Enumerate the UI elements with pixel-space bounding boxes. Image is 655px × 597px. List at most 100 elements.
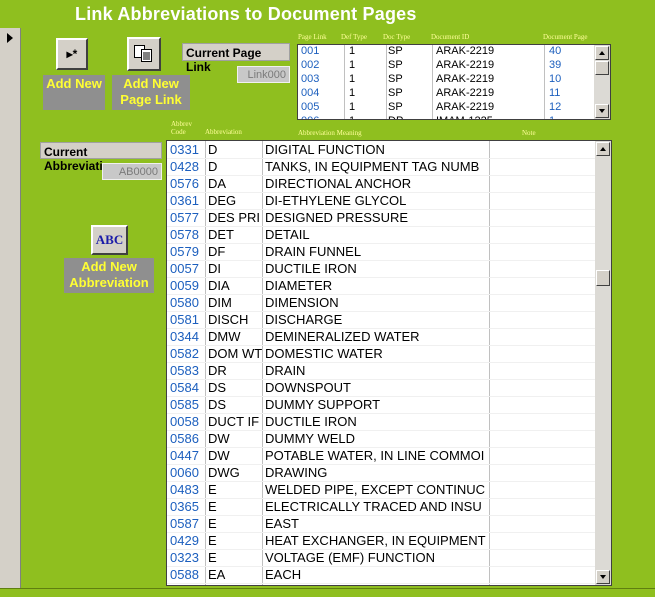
column-divider: [432, 45, 433, 119]
def-type-cell: 1: [349, 59, 356, 71]
abbreviation-meaning-cell: HEAT EXCHANGER, IN EQUIPMENT: [265, 533, 486, 548]
abbreviation-meaning-cell: DIGITAL FUNCTION: [265, 142, 385, 157]
add-page-link-caption-button[interactable]: Add New Page Link: [112, 75, 190, 110]
doc-type-cell: SP: [388, 87, 403, 99]
document-id-cell: ARAK-2219: [436, 73, 495, 85]
add-abbreviation-caption-button[interactable]: Add New Abbreviation: [64, 258, 154, 293]
header-page-link: Page Link: [298, 33, 327, 41]
header-note: Note: [522, 129, 536, 137]
abbrev-code-cell: 0060: [170, 465, 199, 480]
column-divider: [205, 141, 206, 585]
scroll-down-button[interactable]: [595, 104, 609, 118]
abbrev-code-cell: 0585: [170, 397, 199, 412]
abbreviation-cell: DWG: [208, 465, 240, 480]
abbreviation-meaning-cell: DUMMY WELD: [265, 431, 356, 446]
arrow-down-icon: [600, 575, 606, 579]
abbreviation-meaning-cell: POTABLE WATER, IN LINE COMMOI: [265, 448, 485, 463]
def-type-cell: 1: [349, 87, 356, 99]
def-type-cell: 1: [349, 45, 356, 57]
abbreviation-cell: DEG: [208, 193, 237, 208]
abbreviation-cell: DS: [208, 380, 227, 395]
def-type-cell: 1: [349, 73, 356, 85]
column-divider: [344, 45, 345, 119]
abbreviation-cell: DI: [208, 261, 221, 276]
abbrev-code-cell: 0580: [170, 295, 199, 310]
abbrev-code-cell: 0483: [170, 482, 199, 497]
current-page-link-label: Current Page Link: [182, 43, 290, 74]
abbreviation-cell: EA: [208, 567, 226, 582]
header-abbreviation-meaning: Abbreviation Meaning: [298, 129, 362, 137]
document-id-cell: ARAK-2219: [436, 101, 495, 113]
column-divider: [544, 45, 545, 119]
abc-icon: ABC: [95, 232, 124, 247]
abbreviations-list[interactable]: 0331 D DIGITAL FUNCTION 0428 D TANKS, IN EQUI…: [166, 140, 612, 586]
current-record-arrow-icon: [7, 33, 13, 43]
def-type-cell: 1: [349, 115, 355, 119]
scroll-up-button[interactable]: [596, 142, 610, 156]
arrow-up-icon: [600, 147, 606, 151]
abbreviation-meaning-cell: TANKS, IN EQUIPMENT TAG NUMB: [265, 159, 480, 174]
scroll-thumb[interactable]: [595, 61, 609, 75]
page-link-cell: 002: [301, 59, 320, 71]
abbrev-code-cell: 0579: [170, 244, 199, 259]
subform-scrollbar[interactable]: [594, 45, 610, 119]
page-link-cell: 006: [301, 115, 319, 119]
add-abbreviation-icon-button[interactable]: ABC: [91, 225, 128, 255]
doc-type-cell: SP: [388, 45, 403, 57]
header-def-type: Def Type: [341, 33, 368, 41]
abbreviation-meaning-cell: DIRECTIONAL ANCHOR: [265, 176, 412, 191]
scroll-up-button[interactable]: [595, 46, 609, 60]
abbreviation-meaning-cell: DISCHARGE: [265, 312, 343, 327]
abbrev-code-cell: 0588: [170, 567, 199, 582]
abbreviation-cell: E: [208, 550, 217, 565]
abbreviation-meaning-cell: DI-ETHYLENE GLYCOL: [265, 193, 407, 208]
abbreviation-meaning-cell: DRAWING: [265, 465, 328, 480]
list-scrollbar[interactable]: [595, 141, 611, 585]
document-id-cell: ARAK-2219: [436, 87, 495, 99]
abbreviation-meaning-cell: VOLTAGE (EMF) FUNCTION: [265, 550, 435, 565]
row-divider: [167, 583, 595, 584]
abbreviation-cell: DW: [208, 431, 230, 446]
page-links-subform[interactable]: 001 1 SP ARAK-2219 40 002 1 SP ARAK-2219…: [297, 44, 611, 120]
abbrev-code-cell: 0583: [170, 363, 199, 378]
abbreviation-cell: E: [208, 499, 217, 514]
doc-type-cell: DP: [388, 115, 403, 119]
abbreviation-cell: DES PRI: [208, 210, 261, 225]
abbrev-code-cell: 0582: [170, 346, 199, 361]
abbreviation-meaning-cell: DIMENSION: [265, 295, 339, 310]
abbreviation-cell: DIA: [208, 278, 230, 293]
document-id-cell: IMAM-1225: [436, 115, 493, 119]
abbreviation-cell: DR: [208, 363, 227, 378]
abbreviation-cell: DMW: [208, 329, 241, 344]
document-page-cell: 1: [549, 115, 555, 119]
document-page-cell: 12: [549, 101, 562, 113]
doc-type-cell: SP: [388, 73, 403, 85]
add-page-link-icon-button[interactable]: [127, 37, 161, 71]
add-new-record-button[interactable]: ▸*: [56, 38, 88, 70]
add-new-label: Add New: [46, 76, 102, 91]
current-page-link-field[interactable]: Link000: [237, 66, 290, 83]
record-selector[interactable]: [0, 28, 21, 588]
abbreviation-meaning-cell: DUCTILE IRON: [265, 261, 357, 276]
abbreviation-meaning-cell: DRAIN: [265, 363, 306, 378]
doc-type-cell: SP: [388, 101, 403, 113]
current-abbreviation-label: Current Abbreviation: [40, 142, 162, 173]
abbreviation-meaning-cell: ELECTRICALLY TRACED AND INSU: [265, 499, 482, 514]
current-abbreviation-field[interactable]: AB0000: [102, 163, 162, 180]
abbrev-code-cell: 0586: [170, 431, 199, 446]
scroll-thumb[interactable]: [596, 270, 610, 286]
document-page-cell: 11: [549, 87, 561, 99]
doc-type-cell: SP: [388, 59, 403, 71]
scroll-down-button[interactable]: [596, 570, 610, 584]
abbrev-code-cell: 0057: [170, 261, 199, 276]
abbrev-code-cell: 0344: [170, 329, 199, 344]
abbrev-code-cell: 0587: [170, 516, 199, 531]
abbreviation-cell: DA: [208, 176, 227, 191]
abbreviation-cell: DISCH: [208, 312, 249, 327]
add-new-caption-button[interactable]: Add New: [43, 75, 105, 110]
column-divider: [262, 141, 263, 585]
header-abbrev-code: Abbrev Code: [171, 120, 192, 136]
document-id-cell: ARAK-2219: [436, 45, 495, 57]
abbreviation-meaning-cell: DRAIN FUNNEL: [265, 244, 362, 259]
abbrev-code-cell: 0365: [170, 499, 199, 514]
